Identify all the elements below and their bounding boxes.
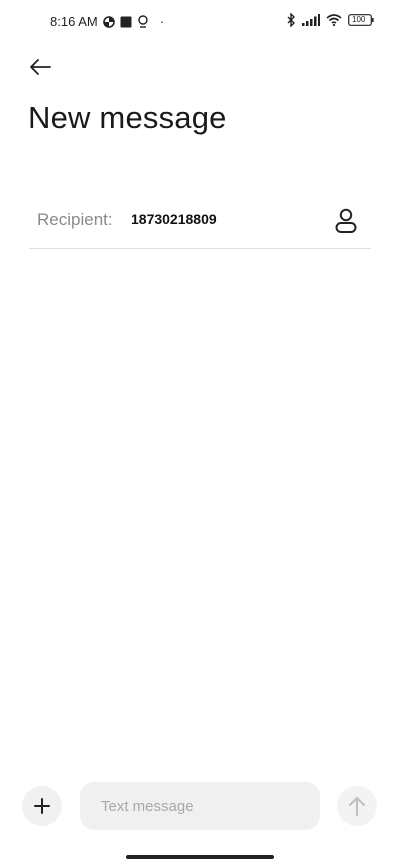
back-button[interactable] (26, 54, 54, 80)
select-contact-button[interactable] (331, 206, 361, 236)
square-notification-icon (120, 16, 132, 28)
status-time: 8:16 AM (50, 14, 98, 29)
plus-icon (33, 797, 51, 815)
back-arrow-icon (28, 58, 52, 76)
battery-icon: 100 (348, 14, 374, 26)
wifi-icon (326, 14, 342, 26)
recipient-row[interactable]: Recipient: 18730218809 (29, 196, 371, 249)
message-input[interactable] (80, 782, 320, 830)
home-indicator[interactable] (126, 855, 274, 859)
bluetooth-icon (287, 13, 296, 27)
contact-person-icon (334, 208, 358, 234)
status-left: 8:16 AM · (50, 14, 164, 29)
battery-level: 100 (352, 15, 366, 24)
status-right: 100 (287, 13, 374, 27)
location-icon (137, 15, 149, 28)
arrow-up-icon (347, 795, 367, 817)
status-dot: · (159, 14, 165, 29)
page-title: New message (28, 100, 227, 135)
recipient-number[interactable]: 18730218809 (131, 211, 217, 227)
signal-icon (302, 14, 320, 26)
send-button[interactable] (337, 786, 377, 826)
status-bar: 8:16 AM · 100 (0, 0, 400, 44)
data-saver-icon (102, 15, 115, 28)
add-attachment-button[interactable] (22, 786, 62, 826)
recipient-label: Recipient: (37, 210, 113, 229)
compose-bar (0, 780, 400, 834)
